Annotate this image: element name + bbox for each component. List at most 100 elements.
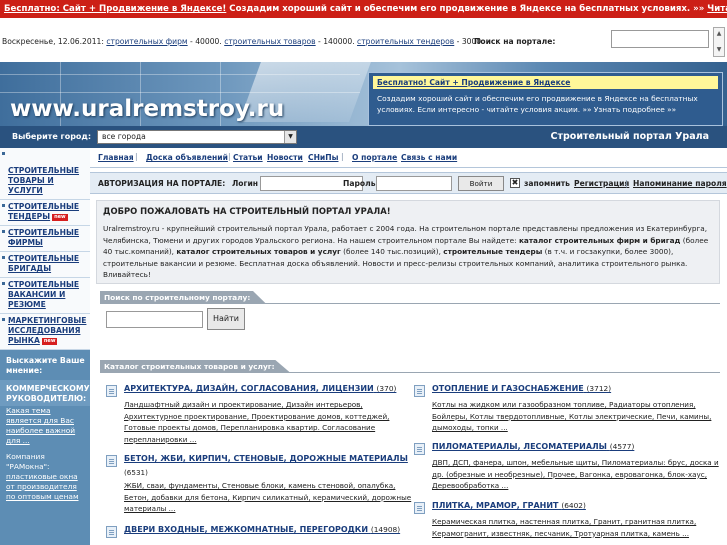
goods-count: - 140000.: [315, 37, 358, 46]
register-link[interactable]: Регистрация: [574, 179, 629, 188]
document-icon: [414, 443, 425, 455]
category-item: ОТОПЛЕНИЕ И ГАЗОСНАБЖЕНИЕ (3712) Котлы н…: [414, 384, 711, 442]
portal-search-input[interactable]: [611, 30, 709, 48]
main-content: Главная | Доска объявлений | Статьи Ново…: [90, 148, 727, 545]
portal-search-label: Поиск на портале:: [474, 37, 556, 46]
tenders-link[interactable]: строительных тендеров: [357, 37, 454, 46]
nav-articles[interactable]: Статьи: [233, 153, 263, 162]
sidebar-nav: СТРОИТЕЛЬНЫЕ ТОВАРЫ И УСЛУГИ СТРОИТЕЛЬНЫ…: [0, 148, 90, 350]
header-promo-text[interactable]: Создадим хороший сайт и обеспечим его пр…: [377, 93, 717, 115]
site-logo[interactable]: www.uralremstroy.ru: [10, 96, 284, 122]
auth-separator: |: [625, 179, 628, 188]
firms-link[interactable]: строительных фирм: [106, 37, 187, 46]
category-count: (370): [376, 384, 397, 393]
nav-separator: |: [228, 152, 231, 161]
category-title[interactable]: ДВЕРИ ВХОДНЫЕ, МЕЖКОМНАТНЫЕ, ПЕРЕГОРОДКИ…: [124, 525, 400, 534]
category-title-text[interactable]: ДВЕРИ ВХОДНЫЕ, МЕЖКОМНАТНЫЕ, ПЕРЕГОРОДКИ: [124, 525, 368, 534]
category-item: ПИЛОМАТЕРИАЛЫ, ЛЕСОМАТЕРИАЛЫ (4577) ДВП,…: [414, 442, 719, 500]
search-scrollbar[interactable]: ▲ ▼: [713, 27, 725, 57]
sidebar-item-brigades[interactable]: СТРОИТЕЛЬНЫЕ БРИГАДЫ: [0, 252, 90, 278]
category-title[interactable]: АРХИТЕКТУРА, ДИЗАЙН, СОГЛАСОВАНИЯ, ЛИЦЕН…: [124, 384, 396, 393]
nav-contact[interactable]: Связь с нами: [401, 153, 457, 162]
chevron-down-icon[interactable]: ▼: [284, 131, 296, 143]
category-title[interactable]: БЕТОН, ЖБИ, КИРПИЧ, СТЕНОВЫЕ, ДОРОЖНЫЕ М…: [124, 454, 408, 463]
nav-separator: |: [135, 152, 138, 161]
nav-snip[interactable]: СНиПы: [308, 153, 338, 162]
auth-title: АВТОРИЗАЦИЯ НА ПОРТАЛЕ:: [98, 179, 226, 188]
category-subitems[interactable]: ЖБИ, сваи, фундаменты, Стеновые блоки, к…: [124, 480, 414, 515]
nav-about[interactable]: О портале: [352, 153, 397, 162]
category-count: (6402): [561, 501, 586, 510]
header-banner: www.uralremstroy.ru Бесплатно! Сайт + Пр…: [0, 62, 727, 148]
auth-bar: АВТОРИЗАЦИЯ НА ПОРТАЛЕ: Логин Пароль Вой…: [90, 172, 727, 194]
info-row: Воскресенье, 12.06.2011: строительных фи…: [0, 18, 727, 62]
category-count: (6531): [124, 468, 148, 477]
category-title-text[interactable]: ПИЛОМАТЕРИАЛЫ, ЛЕСОМАТЕРИАЛЫ: [432, 442, 607, 451]
category-subitems[interactable]: Котлы на жидком или газообразном топливе…: [432, 399, 722, 434]
login-button[interactable]: Войти: [458, 176, 504, 191]
category-item: БЕТОН, ЖБИ, КИРПИЧ, СТЕНОВЫЕ, ДОРОЖНЫЕ М…: [106, 454, 411, 524]
nav-board[interactable]: Доска объявлений: [146, 153, 228, 162]
scroll-up-icon[interactable]: ▲: [715, 29, 723, 39]
city-label: Выберите город:: [12, 132, 92, 141]
nav-news[interactable]: Новости: [267, 153, 303, 162]
sidebar-item-label: СТРОИТЕЛЬНЫЕ БРИГАДЫ: [8, 254, 80, 273]
promo-text: Создадим хороший сайт и обеспечим его пр…: [226, 4, 708, 14]
poll-link[interactable]: Какая тема является для Вас наиболее важ…: [6, 406, 86, 446]
remember-checkbox[interactable]: ✖: [510, 178, 520, 188]
category-title-text[interactable]: АРХИТЕКТУРА, ДИЗАЙН, СОГЛАСОВАНИЯ, ЛИЦЕН…: [124, 384, 374, 393]
category-title-text[interactable]: ПЛИТКА, МРАМОР, ГРАНИТ: [432, 501, 559, 510]
login-label: Логин: [232, 179, 259, 188]
category-item: АРХИТЕКТУРА, ДИЗАЙН, СОГЛАСОВАНИЯ, ЛИЦЕН…: [106, 384, 396, 454]
sidebar-item-vacancies[interactable]: СТРОИТЕЛЬНЫЕ ВАКАНСИИ И РЕЗЮМЕ: [0, 278, 90, 314]
section-divider: [100, 303, 720, 304]
sidebar-item-marketing[interactable]: МАРКЕТИНГОВЫЕ ИССЛЕДОВАНИЯ РЫНКА new: [0, 314, 90, 350]
sidebar-item-goods[interactable]: СТРОИТЕЛЬНЫЕ ТОВАРЫ И УСЛУГИ: [0, 148, 90, 200]
welcome-highlight: каталог строительных товаров и услуг: [176, 247, 341, 256]
new-badge: new: [52, 213, 68, 221]
remember-label: запомнить: [524, 179, 570, 188]
category-count: (4577): [609, 442, 635, 451]
category-subitems[interactable]: ДВП, ДСП, фанера, шпон, мебельные щиты, …: [432, 457, 722, 492]
category-title[interactable]: ПИЛОМАТЕРИАЛЫ, ЛЕСОМАТЕРИАЛЫ (4577): [432, 442, 634, 451]
sidebar-item-label: СТРОИТЕЛЬНЫЕ ТЕНДЕРЫ: [8, 202, 80, 221]
password-reminder-link[interactable]: Напоминание пароля: [633, 179, 727, 188]
scroll-down-icon[interactable]: ▼: [715, 45, 723, 55]
document-icon: [414, 385, 425, 397]
city-select-value: все города: [102, 132, 146, 141]
section-divider: [100, 372, 720, 373]
document-icon: [106, 385, 117, 397]
category-subitems[interactable]: Керамическая плитка, настенная плитка, Г…: [432, 516, 722, 539]
top-nav: Главная | Доска объявлений | Статьи Ново…: [90, 148, 727, 168]
company-link[interactable]: пластиковые окна от производителя по опт…: [6, 472, 86, 502]
welcome-text: Uralremstroy.ru - крупнейший строительны…: [103, 223, 715, 281]
sidebar-item-tenders[interactable]: СТРОИТЕЛЬНЫЕ ТЕНДЕРЫ new: [0, 200, 90, 226]
category-title-text[interactable]: БЕТОН, ЖБИ, КИРПИЧ, СТЕНОВЫЕ, ДОРОЖНЫЕ М…: [124, 454, 408, 463]
category-title-text[interactable]: ОТОПЛЕНИЕ И ГАЗОСНАБЖЕНИЕ: [432, 384, 584, 393]
goods-link[interactable]: строительных товаров: [224, 37, 315, 46]
search-button[interactable]: Найти: [207, 308, 245, 330]
nav-home[interactable]: Главная: [98, 153, 134, 162]
header-promo-box: Бесплатно! Сайт + Продвижение в Яндексе …: [368, 72, 723, 126]
category-subitems[interactable]: Ландшафтный дизайн и проектирование, Диз…: [124, 399, 414, 445]
company-name: Компания "РАМокна":: [6, 452, 50, 471]
header-promo-title[interactable]: Бесплатно! Сайт + Продвижение в Яндексе: [373, 76, 718, 89]
category-title[interactable]: ПЛИТКА, МРАМОР, ГРАНИТ (6402): [432, 501, 586, 510]
new-badge: new: [41, 337, 58, 345]
city-select[interactable]: все города ▼: [97, 130, 297, 144]
sidebar-item-firms[interactable]: СТРОИТЕЛЬНЫЕ ФИРМЫ: [0, 226, 90, 252]
category-title[interactable]: ОТОПЛЕНИЕ И ГАЗОСНАБЖЕНИЕ (3712): [432, 384, 611, 393]
portal-search-field[interactable]: [106, 311, 203, 328]
password-label: Пароль: [343, 179, 376, 188]
firms-count: - 40000.: [187, 37, 225, 46]
document-icon: [106, 526, 117, 538]
welcome-highlight: каталог строительных фирм и бригад: [518, 235, 681, 245]
promo-link[interactable]: Бесплатно: Сайт + Продвижение в Яндексе!: [4, 4, 226, 14]
welcome-highlight: строительные тендеры: [443, 247, 543, 256]
password-input[interactable]: [376, 176, 452, 191]
sidebar-item-label: СТРОИТЕЛЬНЫЕ ТОВАРЫ И УСЛУГИ: [8, 166, 80, 195]
document-icon: [106, 455, 117, 467]
promo-cta-link[interactable]: Читайте условия акции: [707, 4, 727, 14]
category-count: (14908): [370, 525, 401, 534]
sidebar-item-label: СТРОИТЕЛЬНЫЕ ВАКАНСИИ И РЕЗЮМЕ: [8, 280, 80, 309]
